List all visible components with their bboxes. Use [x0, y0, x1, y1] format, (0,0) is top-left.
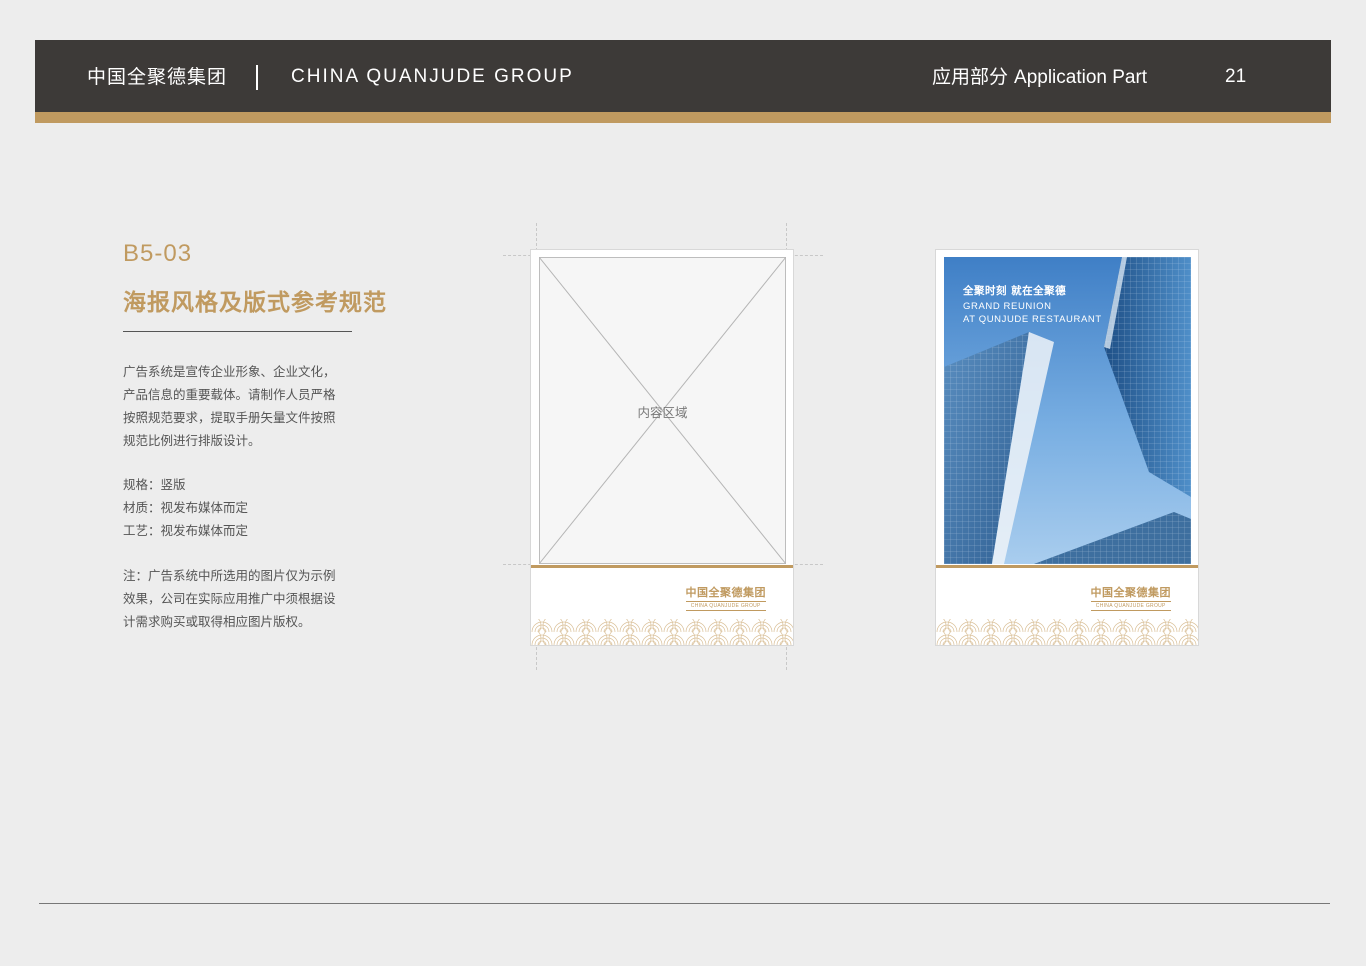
description-line: 广告系统是宣传企业形象、企业文化， — [123, 364, 336, 379]
poster-headline: 全聚时刻 就在全聚德 GRAND REUNION AT QUNJUDE REST… — [963, 283, 1102, 326]
page-title: 海报风格及版式参考规范 — [123, 290, 387, 316]
note-line: 注：广告系统中所选用的图片仅为示例 — [123, 568, 336, 583]
brand-logo: 中国全聚德集团 CHINA QUANJUDE GROUP — [1090, 584, 1171, 611]
section-title-cn: 应用部分 — [932, 66, 1009, 88]
section-title: 应用部分 Application Part — [932, 40, 1147, 112]
section-code: B5-03 — [123, 240, 193, 267]
content-area-label: 内容区域 — [637, 405, 688, 420]
logo-text-cn: 中国全聚德集团 — [685, 586, 766, 599]
note-line: 效果，公司在实际应用推广中须根据设 — [123, 591, 336, 606]
logo-text-cn: 中国全聚德集团 — [1090, 586, 1171, 599]
header-divider — [256, 65, 258, 90]
wave-pattern-icon — [531, 619, 793, 645]
brand-logo: 中国全聚德集团 CHINA QUANJUDE GROUP — [685, 584, 766, 611]
description-line: 规范比例进行排版设计。 — [123, 433, 261, 448]
spec-process: 工艺：视发布媒体而定 — [123, 523, 249, 538]
spec-material: 材质：视发布媒体而定 — [123, 500, 249, 515]
description-line: 按照规范要求，提取手册矢量文件按照 — [123, 410, 336, 425]
page-header: 中国全聚德集团 CHINA QUANJUDE GROUP 应用部分 Applica… — [35, 40, 1331, 112]
headline-en-line1: GRAND REUNION — [963, 301, 1052, 312]
spec-format: 规格：竖版 — [123, 477, 186, 492]
description-line: 产品信息的重要载体。请制作人员严格 — [123, 387, 336, 402]
headline-en-line2: AT QUNJUDE RESTAURANT — [963, 314, 1102, 325]
copyright-note: 注：广告系统中所选用的图片仅为示例 效果，公司在实际应用推广中须根据设 计需求购… — [123, 564, 363, 633]
logo-text-en: CHINA QUANJUDE GROUP — [1090, 601, 1171, 611]
poster-gold-band — [531, 565, 793, 568]
page-number: 21 — [1225, 66, 1247, 87]
header-accent-bar — [35, 112, 1331, 123]
wave-pattern-icon — [936, 619, 1198, 645]
footer-divider — [39, 903, 1330, 904]
note-line: 计需求购买或取得相应图片版权。 — [123, 614, 311, 629]
content-area-placeholder: 内容区域 — [539, 257, 786, 564]
poster-example: 全聚时刻 就在全聚德 GRAND REUNION AT QUNJUDE REST… — [935, 249, 1199, 646]
poster-photo: 全聚时刻 就在全聚德 GRAND REUNION AT QUNJUDE REST… — [944, 257, 1191, 564]
spec-list: 规格：竖版 材质：视发布媒体而定 工艺：视发布媒体而定 — [123, 473, 363, 542]
description: 广告系统是宣传企业形象、企业文化， 产品信息的重要载体。请制作人员严格 按照规范… — [123, 360, 363, 452]
brand-name-cn: 中国全聚德集团 — [87, 66, 228, 88]
section-title-en: Application Part — [1014, 67, 1148, 88]
headline-cn: 全聚时刻 就在全聚德 — [963, 285, 1067, 297]
title-divider — [123, 331, 352, 332]
poster-template: 内容区域 中国全聚德集团 CHINA QUANJUDE GROUP — [530, 249, 794, 646]
logo-text-en: CHINA QUANJUDE GROUP — [685, 601, 766, 611]
poster-gold-band — [936, 565, 1198, 568]
brand-name-en: CHINA QUANJUDE GROUP — [291, 66, 574, 87]
